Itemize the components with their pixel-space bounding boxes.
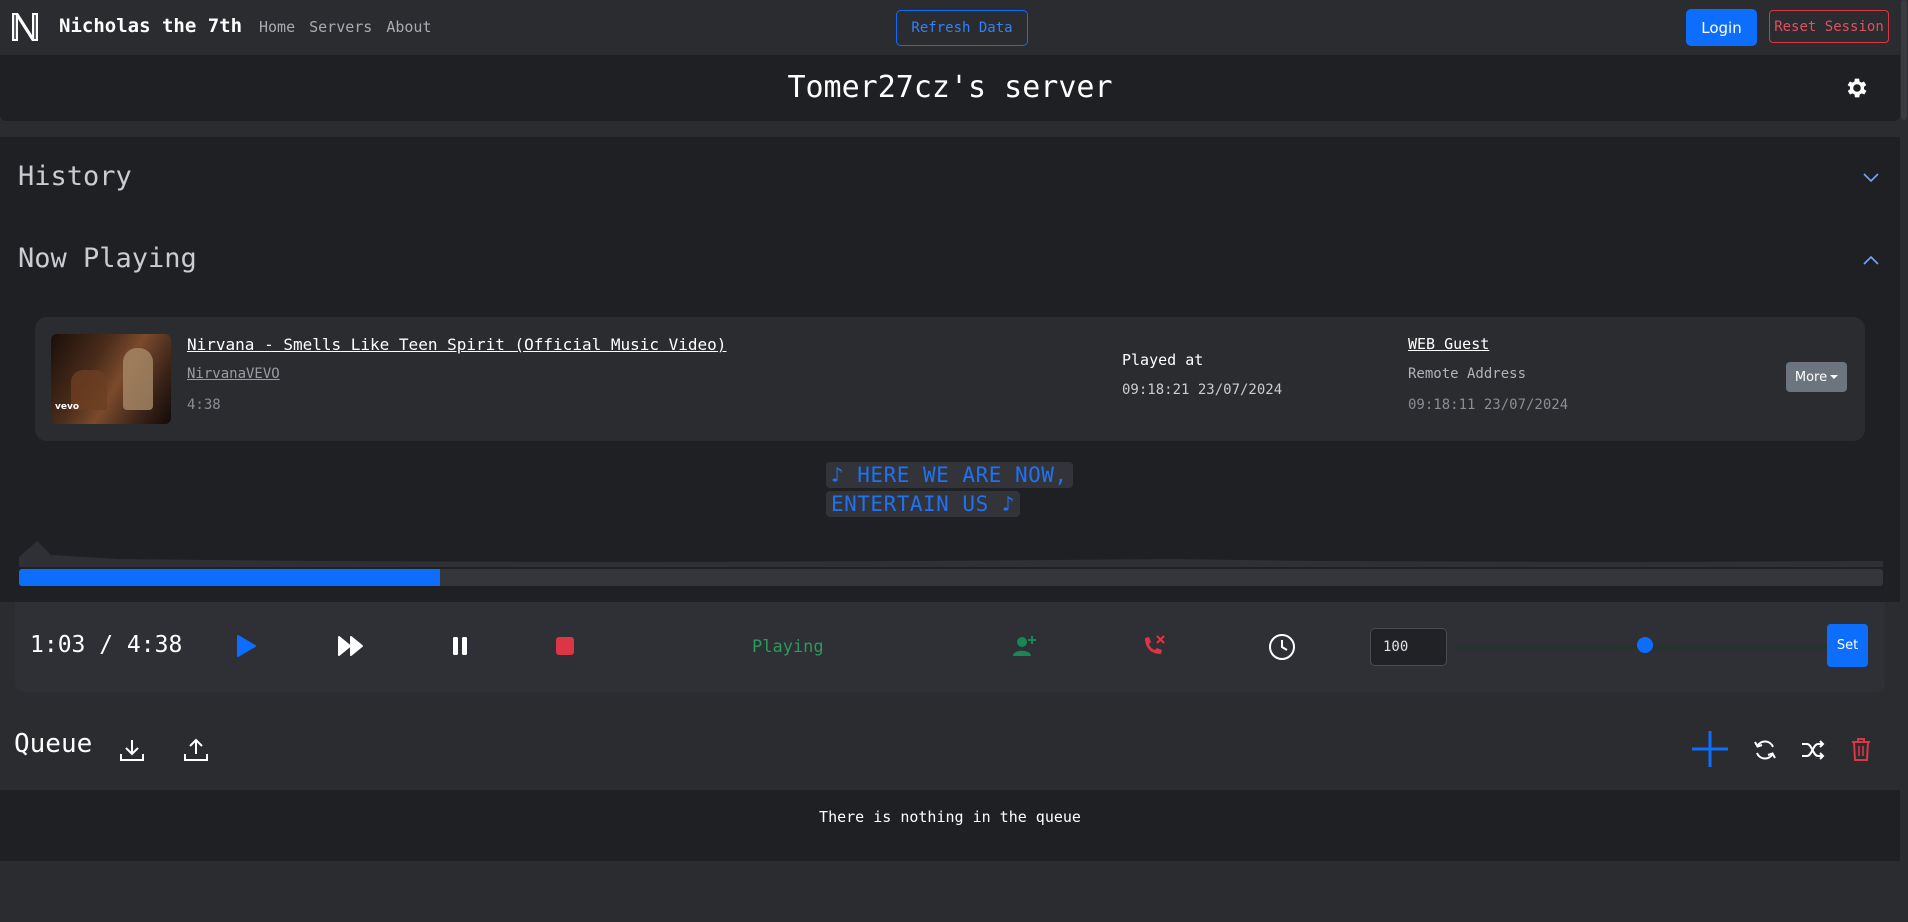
gear-icon[interactable] bbox=[1844, 75, 1870, 101]
navbar: Nicholas the 7th Home Servers About Refr… bbox=[0, 0, 1908, 54]
disconnect-icon[interactable] bbox=[1141, 634, 1167, 658]
accordion: History Now Playing vevo Nirvana - Smell… bbox=[0, 137, 1900, 602]
plus-icon[interactable] bbox=[1691, 730, 1729, 768]
server-title: Tomer27cz's server bbox=[787, 70, 1113, 105]
nav-links: Home Servers About bbox=[259, 18, 432, 36]
queue-list: There is nothing in the queue bbox=[0, 790, 1900, 861]
stop-icon[interactable] bbox=[555, 636, 575, 656]
nav-home[interactable]: Home bbox=[259, 18, 295, 36]
skip-icon[interactable] bbox=[337, 635, 365, 657]
thumbnail-figure bbox=[123, 348, 153, 410]
lyric-line: ♪ HERE WE ARE NOW, bbox=[826, 462, 1073, 488]
chevron-up-icon[interactable] bbox=[1862, 254, 1880, 266]
scrollbar-thumb[interactable] bbox=[1901, 0, 1907, 120]
volume-slider-knob[interactable] bbox=[1637, 637, 1653, 653]
page-scrollbar[interactable] bbox=[1900, 0, 1908, 922]
server-header: Tomer27cz's server bbox=[0, 55, 1900, 121]
brand-name[interactable]: Nicholas the 7th bbox=[59, 15, 242, 37]
played-at-label: Played at bbox=[1122, 351, 1204, 369]
now-playing-toggle[interactable]: Now Playing bbox=[18, 243, 197, 274]
waveform bbox=[19, 541, 1883, 567]
reset-session-button[interactable]: Reset Session bbox=[1769, 10, 1889, 43]
now-playing-card: vevo Nirvana - Smells Like Teen Spirit (… bbox=[35, 317, 1865, 441]
thumbnail-watermark: vevo bbox=[55, 402, 80, 412]
queue-title: Queue bbox=[14, 729, 93, 759]
clock-icon[interactable] bbox=[1268, 633, 1296, 661]
caret-down-icon bbox=[1830, 375, 1839, 379]
add-user-icon[interactable] bbox=[1012, 634, 1038, 658]
remote-address-label: Remote Address bbox=[1408, 366, 1527, 382]
time-display: 1:03 / 4:38 bbox=[30, 632, 183, 658]
lyric-line: ENTERTAIN US ♪ bbox=[826, 491, 1021, 517]
refresh-data-button[interactable]: Refresh Data bbox=[896, 10, 1028, 46]
played-at-time: 09:18:21 23/07/2024 bbox=[1122, 382, 1283, 398]
history-toggle[interactable]: History bbox=[18, 161, 132, 192]
upload-icon[interactable] bbox=[183, 738, 209, 762]
channel-link[interactable]: NirvanaVEVO bbox=[187, 366, 280, 382]
more-dropdown-button[interactable]: More bbox=[1786, 362, 1847, 392]
player-controls: 1:03 / 4:38 Playing Set bbox=[15, 602, 1885, 692]
chevron-down-icon[interactable] bbox=[1862, 171, 1880, 183]
video-thumbnail[interactable]: vevo bbox=[51, 334, 171, 424]
set-volume-button[interactable]: Set bbox=[1827, 624, 1868, 667]
song-title-link[interactable]: Nirvana - Smells Like Teen Spirit (Offic… bbox=[187, 335, 726, 354]
queue-header: Queue bbox=[0, 709, 1900, 791]
progress-bar[interactable] bbox=[19, 569, 1883, 586]
play-icon[interactable] bbox=[235, 634, 257, 658]
shuffle-icon[interactable] bbox=[1800, 738, 1826, 762]
more-label: More bbox=[1794, 369, 1828, 385]
logo-icon[interactable] bbox=[10, 11, 40, 43]
playback-status: Playing bbox=[752, 637, 824, 657]
lyrics: ♪ HERE WE ARE NOW, ENTERTAIN US ♪ bbox=[826, 462, 1073, 520]
queue-empty-message: There is nothing in the queue bbox=[819, 808, 1081, 826]
volume-input[interactable] bbox=[1370, 628, 1447, 666]
login-button[interactable]: Login bbox=[1686, 9, 1757, 46]
nav-about[interactable]: About bbox=[386, 18, 431, 36]
nav-servers[interactable]: Servers bbox=[309, 18, 372, 36]
progress-fill bbox=[19, 569, 441, 586]
trash-icon[interactable] bbox=[1849, 736, 1873, 762]
requester-link[interactable]: WEB Guest bbox=[1408, 335, 1489, 353]
pause-icon[interactable] bbox=[451, 635, 469, 657]
download-icon[interactable] bbox=[119, 738, 145, 762]
remote-time: 09:18:11 23/07/2024 bbox=[1408, 397, 1569, 413]
song-duration: 4:38 bbox=[187, 397, 221, 413]
refresh-icon[interactable] bbox=[1753, 738, 1777, 762]
